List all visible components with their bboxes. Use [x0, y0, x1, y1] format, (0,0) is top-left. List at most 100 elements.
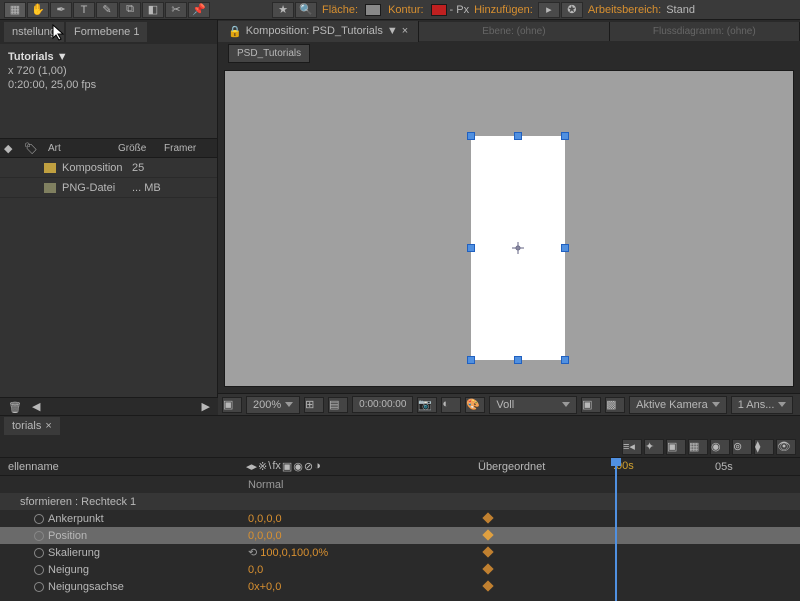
keyframe-track[interactable] — [474, 527, 800, 544]
time-ruler[interactable]: :00s 05s — [605, 458, 800, 476]
keyframe-track[interactable] — [474, 578, 800, 595]
col-size[interactable]: Größe — [114, 143, 160, 154]
channel-icon[interactable]: ◐ — [441, 397, 461, 413]
graph-editor-icon[interactable]: ≡◂ — [622, 439, 642, 455]
property-row[interactable]: Skalierung⟲ 100,0,100,0% — [0, 544, 800, 561]
resolution-dropdown[interactable]: Voll — [489, 396, 577, 414]
keyframe-icon[interactable] — [482, 529, 493, 540]
panel-tab-settings[interactable]: nstellung — [4, 22, 64, 42]
pen-tool[interactable]: ✒ — [50, 2, 72, 18]
comp-mini-icon[interactable]: ✦ — [644, 439, 664, 455]
grid-icon[interactable]: ⊞ — [304, 397, 324, 413]
eraser-tool[interactable]: ◧ — [142, 2, 164, 18]
lock-icon: 🔒 — [228, 25, 242, 38]
property-row[interactable]: Neigung0,0 — [0, 561, 800, 578]
stroke-swatch[interactable] — [431, 4, 447, 16]
col-type[interactable]: Art — [44, 143, 114, 154]
label-icon[interactable]: ◆ — [4, 142, 24, 155]
puppet-tool[interactable]: 📌 — [188, 2, 210, 18]
viewer-tab-composition[interactable]: 🔒 Komposition: PSD_Tutorials ▼ × — [218, 21, 419, 42]
keyframe-track[interactable] — [474, 544, 800, 561]
stroke-width[interactable]: - Px — [450, 4, 470, 16]
property-value[interactable]: 0x+0,0 — [244, 581, 474, 593]
project-info: Tutorials ▼ x 720 (1,00) 0:20:00, 25,00 … — [0, 44, 217, 98]
frame-blend-icon[interactable]: ▦ — [688, 439, 708, 455]
scroll-right-icon[interactable]: ▶ — [202, 400, 210, 413]
viewer-tab-layer[interactable]: Ebene: (ohne) — [419, 22, 609, 41]
property-value[interactable]: 0,0,0,0 — [244, 530, 474, 542]
project-row[interactable]: PNG-Datei ... MB — [0, 178, 217, 198]
selection-tool[interactable]: ▦ — [4, 2, 26, 18]
camera-dropdown[interactable]: Aktive Kamera — [629, 396, 727, 414]
png-icon — [44, 183, 56, 193]
always-preview-icon[interactable]: ▣ — [222, 397, 242, 413]
keyframe-track[interactable] — [474, 510, 800, 527]
keyframe-icon[interactable] — [482, 546, 493, 557]
keyframe-icon[interactable] — [482, 563, 493, 574]
tag-icon[interactable]: 🏷 — [24, 142, 44, 155]
keyframe-track[interactable] — [474, 561, 800, 578]
project-columns: ◆ 🏷 Art Größe Framer — [0, 138, 217, 158]
stopwatch-icon[interactable] — [34, 531, 44, 541]
color-mgmt-icon[interactable]: 🎨 — [465, 397, 485, 413]
anchor-point-icon[interactable] — [512, 242, 524, 254]
property-row[interactable]: Position0,0,0,0 — [0, 527, 800, 544]
comp-tab[interactable]: PSD_Tutorials — [228, 44, 310, 63]
transform-section[interactable]: sformieren : Rechteck 1 — [0, 493, 800, 510]
canvas[interactable] — [224, 70, 794, 387]
col-framerate[interactable]: Framer — [160, 143, 200, 154]
clone-tool[interactable]: ⧉ — [119, 2, 141, 18]
effects-icon[interactable]: ✪ — [561, 2, 583, 18]
panel-tab-shape[interactable]: Formebene 1 — [66, 22, 147, 42]
brainstorm-icon[interactable]: ⊚ — [732, 439, 752, 455]
stopwatch-icon[interactable] — [34, 514, 44, 524]
fill-swatch[interactable] — [365, 4, 381, 16]
property-value[interactable]: 0,0 — [244, 564, 474, 576]
property-row[interactable]: Ankerpunkt0,0,0,0 — [0, 510, 800, 527]
handle-bottom-right[interactable] — [561, 356, 569, 364]
star-icon[interactable]: ★ — [272, 2, 294, 18]
handle-top-right[interactable] — [561, 132, 569, 140]
property-value[interactable]: ⟲ 100,0,100,0% — [244, 546, 474, 559]
guides-icon[interactable]: ▤ — [328, 397, 348, 413]
roto-tool[interactable]: ✂ — [165, 2, 187, 18]
handle-bottom-center[interactable] — [514, 356, 522, 364]
trash-icon[interactable]: 🗑 — [8, 401, 20, 413]
auto-keyframe-icon[interactable]: ⧫ — [754, 439, 774, 455]
handle-bottom-left[interactable] — [467, 356, 475, 364]
stopwatch-icon[interactable] — [34, 548, 44, 558]
view-count-dropdown[interactable]: 1 Ans... — [731, 396, 794, 414]
brush-tool[interactable]: ✎ — [96, 2, 118, 18]
viewer-tab-flowchart[interactable]: Flussdiagramm: (ohne) — [610, 22, 800, 41]
shy-icon[interactable]: 👁 — [776, 439, 796, 455]
add-dropdown[interactable]: ▸ — [538, 2, 560, 18]
hand-tool[interactable]: ✋ — [27, 2, 49, 18]
search-icon[interactable]: 🔍 — [295, 2, 317, 18]
project-row[interactable]: Komposition 25 — [0, 158, 217, 178]
draft3d-icon[interactable]: ▣ — [666, 439, 686, 455]
handle-top-center[interactable] — [514, 132, 522, 140]
property-row[interactable]: Neigungsachse0x+0,0 — [0, 578, 800, 595]
roi-icon[interactable]: ▣ — [581, 397, 601, 413]
close-icon[interactable]: × — [45, 420, 51, 432]
handle-mid-left[interactable] — [467, 244, 475, 252]
timeline-tab[interactable]: torials× — [4, 417, 60, 435]
close-icon[interactable]: × — [402, 25, 408, 37]
stopwatch-icon[interactable] — [34, 582, 44, 592]
transparency-icon[interactable]: ▩ — [605, 397, 625, 413]
snapshot-icon[interactable]: 📷 — [417, 397, 437, 413]
zoom-dropdown[interactable]: 200% — [246, 396, 300, 414]
text-tool[interactable]: T — [73, 2, 95, 18]
handle-top-left[interactable] — [467, 132, 475, 140]
workspace-value[interactable]: Stand — [666, 4, 695, 16]
keyframe-icon[interactable] — [482, 580, 493, 591]
property-value[interactable]: 0,0,0,0 — [244, 513, 474, 525]
scroll-left-icon[interactable]: ◀ — [32, 400, 40, 413]
rectangle-shape[interactable] — [471, 136, 565, 360]
stopwatch-icon[interactable] — [34, 565, 44, 575]
keyframe-icon[interactable] — [482, 512, 493, 523]
playhead[interactable] — [615, 458, 617, 601]
motion-blur-icon[interactable]: ◉ — [710, 439, 730, 455]
current-time[interactable]: 0:00:00:00 — [352, 396, 413, 413]
handle-mid-right[interactable] — [561, 244, 569, 252]
